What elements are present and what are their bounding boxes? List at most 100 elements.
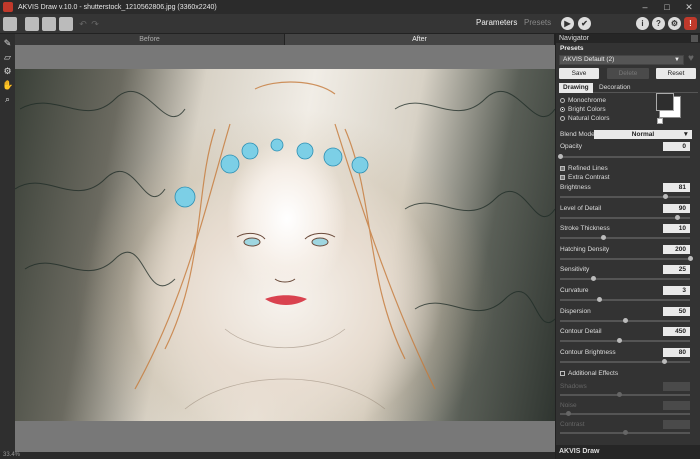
eraser-tool-icon[interactable]: ▱ bbox=[2, 52, 13, 63]
contour-detail-value[interactable]: 450 bbox=[663, 327, 690, 336]
contour-detail-slider[interactable] bbox=[560, 338, 690, 343]
curvature-value[interactable]: 3 bbox=[663, 286, 690, 295]
level-of-detail-value[interactable]: 90 bbox=[663, 204, 690, 213]
sensitivity-value[interactable]: 25 bbox=[663, 265, 690, 274]
hand-tool-icon[interactable]: ✋ bbox=[2, 80, 13, 91]
brightness-value[interactable]: 81 bbox=[663, 183, 690, 192]
maximize-button[interactable]: □ bbox=[656, 0, 678, 14]
contour-brightness-slider[interactable] bbox=[560, 359, 690, 364]
preset-dropdown[interactable]: AKVIS Default (2) ▼ bbox=[559, 55, 684, 65]
stroke-thickness-slider[interactable] bbox=[560, 235, 690, 240]
contrast-label: Contrast bbox=[560, 421, 585, 428]
opacity-slider[interactable] bbox=[558, 154, 690, 159]
opacity-label: Opacity bbox=[560, 143, 583, 150]
pencil-color-swatch[interactable] bbox=[656, 93, 674, 111]
blend-mode-dropdown[interactable]: Normal ▼ bbox=[594, 130, 692, 139]
extra-contrast-checkbox[interactable] bbox=[560, 175, 565, 180]
settings-gear-icon[interactable]: ⚙ bbox=[668, 17, 681, 30]
slider-thumb[interactable] bbox=[623, 318, 628, 323]
stroke-thickness-label: Stroke Thickness bbox=[560, 225, 610, 232]
brightness-label: Brightness bbox=[560, 184, 591, 191]
home-icon[interactable] bbox=[3, 17, 17, 31]
print-icon[interactable] bbox=[59, 17, 73, 31]
zoom-tool-icon[interactable]: ⌕ bbox=[2, 94, 13, 105]
slider-thumb[interactable] bbox=[601, 235, 607, 240]
shadows-label: Shadows bbox=[560, 383, 587, 390]
monochrome-radio[interactable] bbox=[560, 98, 565, 103]
swap-colors-icon[interactable] bbox=[657, 118, 663, 124]
dispersion-slider[interactable] bbox=[560, 318, 690, 323]
apply-icon[interactable]: ✔ bbox=[578, 17, 591, 30]
close-button[interactable]: ✕ bbox=[678, 0, 700, 14]
preset-value: AKVIS Default (2) bbox=[563, 56, 615, 63]
slider-thumb[interactable] bbox=[623, 430, 628, 435]
noise-value[interactable] bbox=[663, 401, 690, 410]
zoom-level[interactable]: 33.4% bbox=[3, 452, 20, 459]
help-icon[interactable]: ? bbox=[652, 17, 665, 30]
slider-thumb[interactable] bbox=[688, 256, 693, 261]
save-image-icon[interactable] bbox=[42, 17, 56, 31]
hatching-density-label: Hatching Density bbox=[560, 246, 610, 253]
canvas-margin-top bbox=[15, 45, 555, 69]
shadows-slider[interactable] bbox=[560, 392, 690, 397]
slider-thumb[interactable] bbox=[616, 392, 622, 397]
reset-preset-button[interactable]: Reset bbox=[656, 68, 696, 79]
tab-decoration[interactable]: Decoration bbox=[595, 83, 634, 93]
slider-thumb[interactable] bbox=[590, 276, 596, 281]
slider-thumb[interactable] bbox=[558, 154, 563, 159]
tab-before[interactable]: Before bbox=[15, 34, 285, 45]
additional-effects-checkbox[interactable] bbox=[560, 371, 565, 376]
favorite-heart-icon[interactable]: ♥ bbox=[688, 54, 698, 64]
run-icon[interactable]: ▶ bbox=[561, 17, 574, 30]
dispersion-value[interactable]: 50 bbox=[663, 307, 690, 316]
hints-icon[interactable]: ! bbox=[684, 17, 697, 30]
save-preset-button[interactable]: Save bbox=[559, 68, 599, 79]
presets-label: Presets bbox=[560, 45, 584, 52]
slider-thumb[interactable] bbox=[597, 297, 602, 302]
title-bar: AKVIS Draw v.10.0 - shutterstock_1210562… bbox=[0, 0, 700, 14]
slider-thumb[interactable] bbox=[662, 359, 667, 364]
tab-drawing[interactable]: Drawing bbox=[559, 83, 593, 93]
natural-colors-radio[interactable] bbox=[560, 116, 565, 121]
contour-brightness-value[interactable]: 80 bbox=[663, 348, 690, 357]
tools-sidebar: ✎ ▱ ⚙ ✋ ⌕ bbox=[0, 34, 15, 452]
opacity-value[interactable]: 0 bbox=[663, 142, 690, 151]
tab-after[interactable]: After bbox=[285, 34, 555, 45]
tab-presets[interactable]: Presets bbox=[524, 18, 551, 27]
level-of-detail-slider[interactable] bbox=[560, 215, 690, 220]
settings-panel: Navigator Presets AKVIS Default (2) ▼ ♥ … bbox=[555, 34, 700, 459]
sensitivity-label: Sensitivity bbox=[560, 266, 590, 273]
navigator-collapse-icon[interactable] bbox=[691, 35, 698, 42]
open-image-icon[interactable] bbox=[25, 17, 39, 31]
stroke-thickness-value[interactable]: 10 bbox=[663, 224, 690, 233]
contrast-value[interactable] bbox=[663, 420, 690, 429]
stamp-tool-icon[interactable]: ⚙ bbox=[2, 66, 13, 77]
pencil-tool-icon[interactable]: ✎ bbox=[2, 38, 13, 49]
bright-colors-radio[interactable] bbox=[560, 107, 565, 112]
hatching-density-value[interactable]: 200 bbox=[663, 245, 690, 254]
slider-thumb[interactable] bbox=[675, 215, 680, 220]
contour-brightness-label: Contour Brightness bbox=[560, 349, 616, 356]
minimize-button[interactable]: – bbox=[634, 0, 656, 14]
tab-parameters[interactable]: Parameters bbox=[476, 18, 517, 27]
navigator-header[interactable]: Navigator bbox=[556, 34, 700, 43]
hatching-density-slider[interactable] bbox=[560, 256, 693, 261]
delete-preset-button[interactable]: Delete bbox=[607, 68, 649, 79]
status-bar: 33.4% bbox=[0, 452, 555, 459]
slider-thumb[interactable] bbox=[565, 411, 571, 416]
bright-colors-label: Bright Colors bbox=[568, 106, 606, 113]
noise-slider[interactable] bbox=[560, 411, 690, 416]
toolbar: ↶ ↷ Parameters Presets ▶ ✔ i ? ⚙ ! bbox=[0, 14, 700, 34]
drawing-result-image[interactable] bbox=[15, 69, 555, 421]
slider-thumb[interactable] bbox=[663, 194, 669, 199]
info-icon[interactable]: i bbox=[636, 17, 649, 30]
refined-lines-checkbox[interactable] bbox=[560, 166, 565, 171]
curvature-slider[interactable] bbox=[560, 297, 690, 302]
panel-tabs: Drawing Decoration bbox=[559, 83, 698, 93]
sensitivity-slider[interactable] bbox=[560, 276, 690, 281]
contrast-slider[interactable] bbox=[560, 430, 690, 435]
slider-thumb[interactable] bbox=[616, 338, 622, 343]
redo-icon[interactable]: ↷ bbox=[88, 17, 102, 31]
shadows-value[interactable] bbox=[663, 382, 690, 391]
brightness-slider[interactable] bbox=[560, 194, 690, 199]
